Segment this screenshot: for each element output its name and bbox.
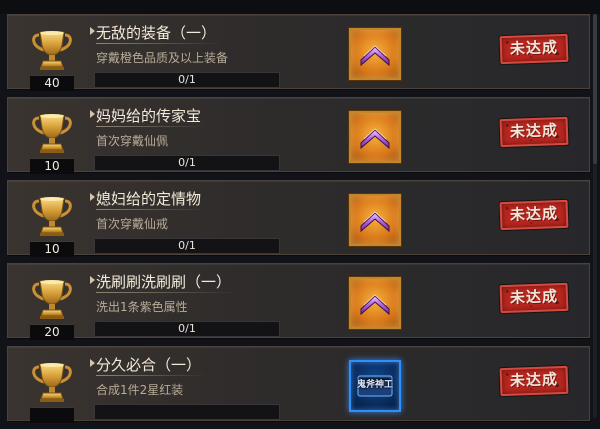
achievement-title: 分久必合（一）: [96, 356, 202, 374]
achievement-description: 首次穿戴仙戒: [96, 217, 169, 231]
progress-text: 0/1: [178, 73, 196, 86]
progress-bar: 0/1: [94, 238, 280, 254]
title-underline: [96, 375, 207, 376]
progress-text: 0/1: [178, 239, 196, 252]
progress-text: [95, 405, 279, 419]
title-underline: [96, 209, 207, 210]
progress-text: 0/1: [178, 322, 196, 335]
trophy-icon: [32, 112, 72, 156]
progress-text: 0/1: [178, 156, 196, 169]
expand-arrow-icon[interactable]: [90, 276, 95, 284]
achievement-title: 无敌的装备（一）: [96, 24, 217, 42]
achievement-description: 洗出1条紫色属性: [96, 300, 188, 314]
achievement-title: 媳妇给的定情物: [96, 190, 202, 208]
achievement-description: 穿戴橙色品质及以上装备: [96, 51, 229, 65]
status-stamp: 未达成: [499, 33, 569, 65]
status-stamp: 未达成: [499, 116, 569, 148]
reward-item[interactable]: [349, 194, 401, 246]
status-text: 未达成: [509, 287, 559, 307]
achievement-description: 首次穿戴仙佩: [96, 134, 169, 148]
scrollbar[interactable]: [593, 14, 597, 418]
achievement-row-1[interactable]: 40 无敌的装备（一） 穿戴橙色品质及以上装备 0/1 未达成: [7, 14, 591, 91]
achievement-title: 洗刷刷洗刷刷（一）: [96, 273, 232, 291]
row-divider: [8, 89, 591, 90]
top-edge: [0, 0, 600, 14]
scrollbar-thumb[interactable]: [593, 14, 597, 164]
title-underline: [96, 43, 222, 44]
reward-label: 鬼斧神工: [356, 380, 393, 390]
trophy-icon: [32, 29, 72, 73]
status-text: 未达成: [509, 370, 559, 390]
trophy-icon: [32, 278, 72, 322]
status-text: 未达成: [509, 204, 559, 224]
row-divider: [8, 338, 591, 339]
reward-item[interactable]: 鬼斧神工: [349, 360, 401, 412]
status-text: 未达成: [509, 121, 559, 141]
expand-arrow-icon[interactable]: [90, 359, 95, 367]
progress-bar: 0/1: [94, 155, 280, 171]
trophy-icon: [32, 195, 72, 239]
achievement-row-3[interactable]: 10 媳妇给的定情物 首次穿戴仙戒 0/1 未达成: [7, 180, 591, 257]
reward-item[interactable]: [349, 277, 401, 329]
achievement-row-2[interactable]: 10 妈妈给的传家宝 首次穿戴仙佩 0/1 未达成: [7, 97, 591, 174]
status-stamp: 未达成: [499, 282, 569, 314]
progress-bar: 0/1: [94, 321, 280, 337]
achievement-list: 40 无敌的装备（一） 穿戴橙色品质及以上装备 0/1 未达成 10 妈妈给的传…: [7, 14, 591, 429]
row-divider: [8, 255, 591, 256]
status-stamp: 未达成: [499, 365, 569, 397]
progress-bar: 0/1: [94, 72, 280, 88]
achievement-row-4[interactable]: 20 洗刷刷洗刷刷（一） 洗出1条紫色属性 0/1 未达成: [7, 263, 591, 340]
achievement-title: 妈妈给的传家宝: [96, 107, 202, 125]
status-stamp: 未达成: [499, 199, 569, 231]
row-divider: [8, 172, 591, 173]
achievement-description: 合成1件2星红装: [96, 383, 184, 397]
purple-chevron-badge-icon: [355, 117, 395, 157]
reward-item[interactable]: [349, 28, 401, 80]
title-underline: [96, 292, 237, 293]
row-divider: [8, 421, 591, 422]
achievement-row-5[interactable]: 分久必合（一） 合成1件2星红装 鬼斧神工 未达成: [7, 346, 591, 423]
trophy-icon: [32, 361, 72, 405]
expand-arrow-icon[interactable]: [90, 193, 95, 201]
expand-arrow-icon[interactable]: [90, 27, 95, 35]
purple-chevron-badge-icon: [355, 200, 395, 240]
expand-arrow-icon[interactable]: [90, 110, 95, 118]
purple-chevron-badge-icon: [355, 34, 395, 74]
title-underline: [96, 126, 207, 127]
reward-item[interactable]: [349, 111, 401, 163]
purple-chevron-badge-icon: [355, 283, 395, 323]
status-text: 未达成: [509, 38, 559, 58]
